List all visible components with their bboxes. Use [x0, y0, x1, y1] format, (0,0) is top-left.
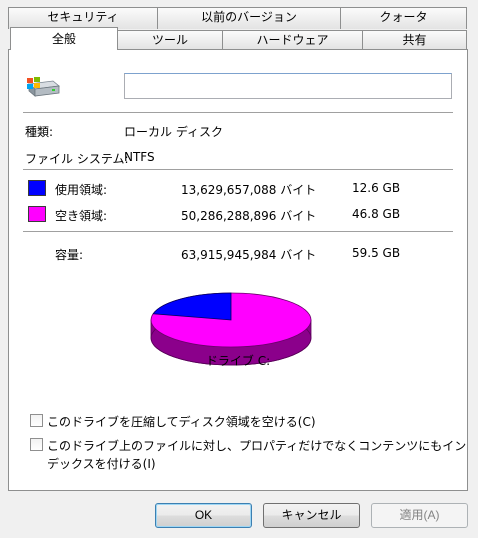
used-space-label: 使用領域: [55, 183, 108, 197]
compress-label[interactable]: このドライブを圧縮してディスク領域を空ける(C) [47, 413, 316, 430]
free-space-swatch [28, 206, 46, 222]
filesystem-label: ファイル システム: [25, 152, 129, 166]
tab-security[interactable]: セキュリティ [8, 7, 158, 29]
tab-quota[interactable]: クォータ [340, 7, 467, 29]
cancel-button[interactable]: キャンセル [263, 503, 360, 528]
type-value: ローカル ディスク [124, 125, 223, 139]
apply-button[interactable]: 適用(A) [371, 503, 468, 528]
general-panel: 種類: ローカル ディスク ファイル システム: NTFS 使用領域: 13,6… [8, 49, 468, 491]
drive-icon [27, 77, 60, 97]
type-label: 種類: [25, 125, 54, 139]
ok-button[interactable]: OK [155, 503, 252, 528]
free-space-bytes: 50,286,288,896 バイト [181, 209, 317, 223]
separator [23, 112, 453, 113]
index-label-line1[interactable]: このドライブ上のファイルに対し、プロパティだけでなくコンテンツにもイン [47, 437, 466, 454]
drive-name-input[interactable] [124, 73, 452, 99]
free-space-size: 46.8 GB [352, 207, 401, 221]
index-checkbox[interactable] [30, 438, 43, 451]
tab-sharing[interactable]: 共有 [362, 30, 467, 49]
free-space-label: 空き領域: [55, 209, 108, 223]
filesystem-value: NTFS [124, 150, 155, 164]
tab-previous-versions[interactable]: 以前のバージョン [157, 7, 341, 29]
capacity-size: 59.5 GB [352, 246, 401, 260]
used-space-size: 12.6 GB [352, 181, 401, 195]
separator [23, 169, 453, 170]
separator [23, 231, 453, 232]
used-space-swatch [28, 180, 46, 196]
index-label-line2[interactable]: デックスを付ける(I) [47, 455, 156, 472]
used-space-bytes: 13,629,657,088 バイト [181, 183, 317, 197]
tab-tools[interactable]: ツール [117, 30, 223, 49]
tab-general[interactable]: 全般 [10, 27, 118, 50]
drive-label: ドライブ C: [205, 354, 271, 368]
tab-hardware[interactable]: ハードウェア [222, 30, 363, 49]
compress-checkbox[interactable] [30, 414, 43, 427]
